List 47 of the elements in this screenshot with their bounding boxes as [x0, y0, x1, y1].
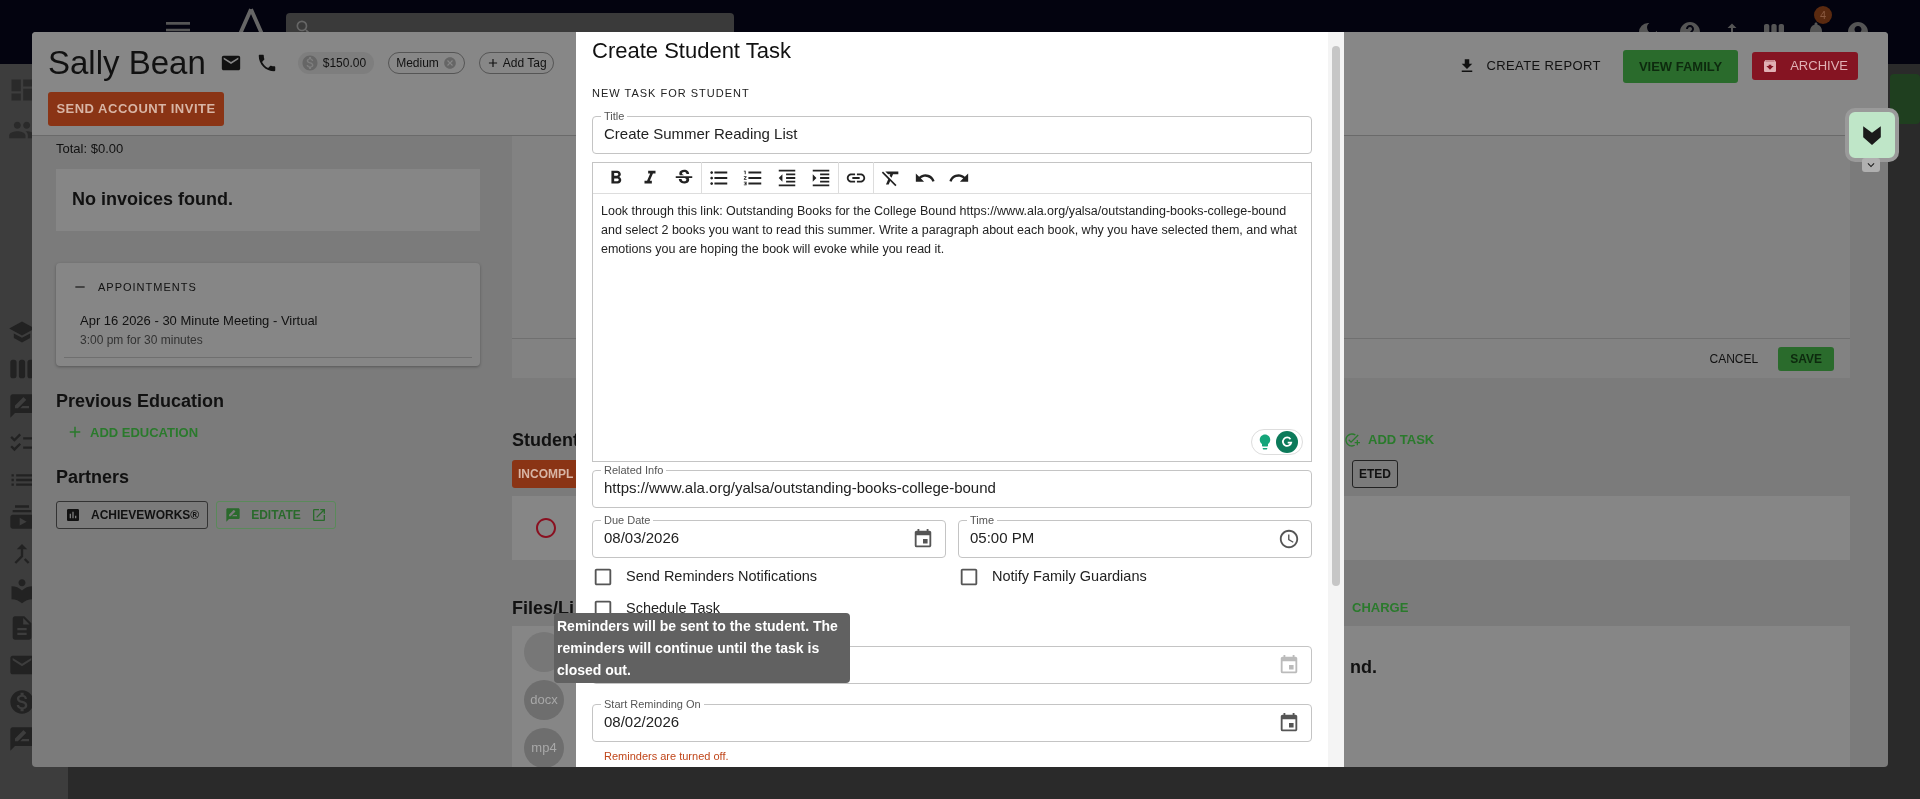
- create-report-button[interactable]: CREATE REPORT: [1450, 50, 1609, 82]
- balance-chip: $150.00: [297, 51, 375, 74]
- section-title: Partners: [56, 466, 131, 489]
- field-value: Create Summer Reading List: [604, 124, 799, 145]
- dollar-icon: [300, 53, 319, 72]
- cancel-button[interactable]: CANCEL: [1709, 349, 1759, 368]
- send-invite-button[interactable]: SEND ACCOUNT INVITE: [48, 91, 224, 126]
- section-heading: APPOINTMENTS: [98, 279, 197, 295]
- file-avatar: mp4: [524, 728, 564, 767]
- archive-icon: [1762, 58, 1779, 74]
- grammar-icon[interactable]: [1276, 430, 1298, 453]
- task-description: Look through this link: Outstanding Books for the College Bound https://www.ala.org/yalsa/outstanding-books-college-bound and select 2 books you want to read this summer. Write a paragraph about each book, why you have selected them, and what emotions you are hoping the book will evoke while you read it.: [601, 202, 1298, 258]
- student-name: Sally Bean: [48, 43, 206, 83]
- field-value: 05:00 PM: [970, 528, 1036, 549]
- floating-widget[interactable]: [1845, 108, 1899, 162]
- scrollbar-thumb[interactable]: [1332, 46, 1340, 586]
- field-value: 08/02/2026: [604, 712, 681, 733]
- tooltip-text: Reminders will be sent to the student. The reminders will continue until the task is closed out.: [557, 617, 839, 680]
- section-title: Student: [512, 429, 579, 452]
- modal-title: Create Student Task: [592, 37, 792, 65]
- partner-button[interactable]: ACHIEVEWORKS®: [56, 501, 209, 529]
- add-task-icon: [1344, 432, 1360, 448]
- archive-button[interactable]: ARCHIVE: [1752, 52, 1858, 80]
- invoice-total: Total: $0.00: [56, 140, 125, 158]
- appointment-detail: 3:00 pm for 30 minutes: [80, 331, 204, 349]
- filter-tab[interactable]: ETED: [1352, 460, 1398, 488]
- section-label: NEW TASK FOR STUDENT: [592, 86, 751, 101]
- empty-message: nd.: [1350, 656, 1378, 679]
- checkbox-option[interactable]: Send Reminders Notifications: [592, 565, 946, 588]
- field-value: https://www.ala.org/yalsa/outstanding-books-college-bound: [604, 478, 997, 499]
- checkbox-option[interactable]: Notify Family Guardians: [958, 565, 1312, 588]
- chart-icon: [65, 507, 81, 523]
- section-title: Files/Li: [512, 597, 574, 620]
- calendar-icon[interactable]: [912, 527, 934, 550]
- appointment-title[interactable]: Apr 16 2026 - 30 Minute Meeting - Virtual: [80, 311, 456, 331]
- empty-message: No invoices found.: [72, 188, 233, 211]
- helper-text: Reminders are turned off.: [604, 748, 730, 764]
- calendar-icon[interactable]: [1278, 711, 1300, 734]
- feedback-icon: [225, 507, 242, 523]
- external-link-icon: [310, 507, 327, 523]
- side-button[interactable]: [1890, 74, 1920, 124]
- clock-icon[interactable]: [1278, 527, 1300, 550]
- section-title: Previous Education: [56, 389, 226, 413]
- field-value: 08/03/2026: [604, 528, 681, 549]
- chevron-down-icon[interactable]: [1862, 158, 1880, 172]
- rich-text-editor[interactable]: [592, 161, 1312, 462]
- file-avatar: docx: [524, 680, 564, 720]
